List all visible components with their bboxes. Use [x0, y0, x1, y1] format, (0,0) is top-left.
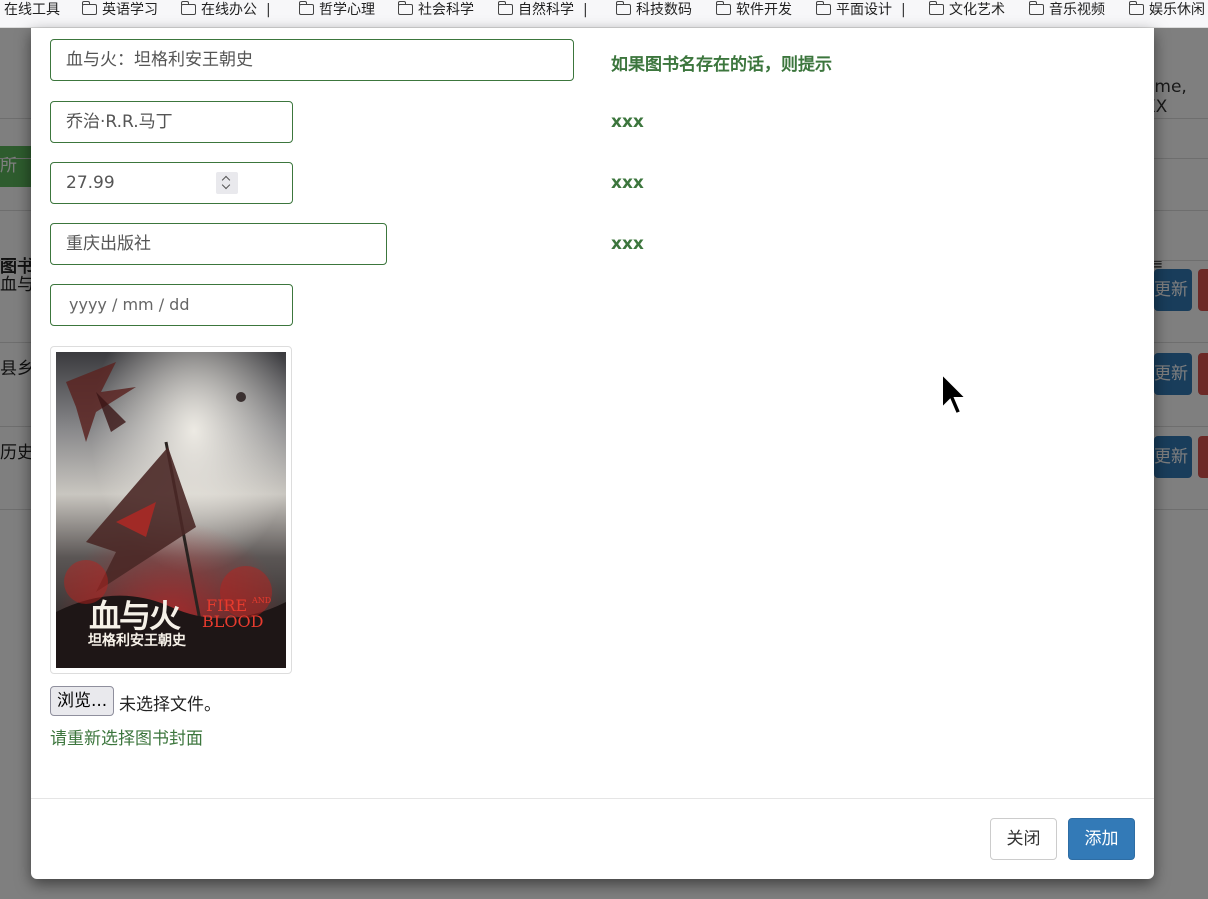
folder-icon: [1128, 1, 1144, 15]
cover-thumbnail: 血与火 坦格利安王朝史 FIRE AND BLOOD: [50, 346, 292, 674]
add-button[interactable]: 添加: [1068, 818, 1135, 860]
modal-footer-divider: [31, 798, 1154, 799]
book-name-input[interactable]: 血与火：坦格利安王朝史: [50, 39, 574, 81]
author-input[interactable]: 乔治·R.R.马丁: [50, 101, 293, 143]
price-input[interactable]: 27.99: [50, 162, 293, 204]
folder-icon: [928, 1, 944, 15]
folder-icon: [815, 1, 831, 15]
book-name-hint: 如果图书名存在的话，则提示: [611, 55, 832, 75]
date-placeholder: yyyy / mm / dd: [69, 295, 190, 314]
folder-icon: [715, 1, 731, 15]
browse-button[interactable]: 浏览...: [50, 686, 115, 716]
reselect-cover-hint: 请重新选择图书封面: [50, 729, 203, 749]
bookmark-folder-leisure[interactable]: 娱乐休闲: [1128, 0, 1205, 20]
mouse-cursor-icon: [940, 371, 969, 420]
bookmark-folder-software[interactable]: 软件开发: [715, 0, 792, 20]
book-cover-image: 血与火 坦格利安王朝史 FIRE AND BLOOD: [56, 352, 286, 668]
bookmark-online-tools[interactable]: 在线工具: [4, 0, 60, 20]
bookmark-folder-office[interactable]: 在线办公 |: [180, 0, 271, 20]
bookmarks-bar: 在线工具 英语学习 在线办公 | 哲学心理 社会科学 自然科学 | 科技数码 软件开…: [0, 0, 1208, 28]
publish-date-input[interactable]: yyyy / mm / dd: [50, 284, 293, 326]
cover-subtitle-cn: 坦格利安王朝史: [88, 633, 186, 649]
publisher-hint: xxx: [611, 234, 644, 254]
folder-icon: [1028, 1, 1044, 15]
folder-icon: [298, 1, 314, 15]
file-status-text: 未选择文件。: [119, 695, 221, 715]
cover-title-en-2: AND: [252, 596, 272, 605]
bookmark-folder-english[interactable]: 英语学习: [81, 0, 158, 20]
folder-icon: [180, 1, 196, 15]
folder-icon: [397, 1, 413, 15]
publisher-input[interactable]: 重庆出版社: [50, 223, 387, 265]
folder-icon: [81, 1, 97, 15]
close-button[interactable]: 关闭: [990, 818, 1057, 860]
bookmark-folder-music[interactable]: 音乐视频: [1028, 0, 1105, 20]
folder-icon: [615, 1, 631, 15]
bookmark-folder-tech[interactable]: 科技数码: [615, 0, 692, 20]
bookmark-folder-design[interactable]: 平面设计 |: [815, 0, 906, 20]
price-stepper-icon[interactable]: [216, 172, 238, 194]
cover-title-en-3: BLOOD: [202, 612, 264, 631]
bookmark-folder-social[interactable]: 社会科学: [397, 0, 474, 20]
bookmark-folder-nature[interactable]: 自然科学 |: [497, 0, 588, 20]
bookmark-folder-philosophy[interactable]: 哲学心理: [298, 0, 375, 20]
bookmark-folder-arts[interactable]: 文化艺术: [928, 0, 1005, 20]
price-value: 27.99: [66, 173, 115, 193]
price-hint: xxx: [611, 173, 644, 193]
folder-icon: [497, 1, 513, 15]
author-hint: xxx: [611, 112, 644, 132]
add-book-modal: 血与火：坦格利安王朝史 如果图书名存在的话，则提示 乔治·R.R.马丁 xxx …: [31, 28, 1154, 879]
